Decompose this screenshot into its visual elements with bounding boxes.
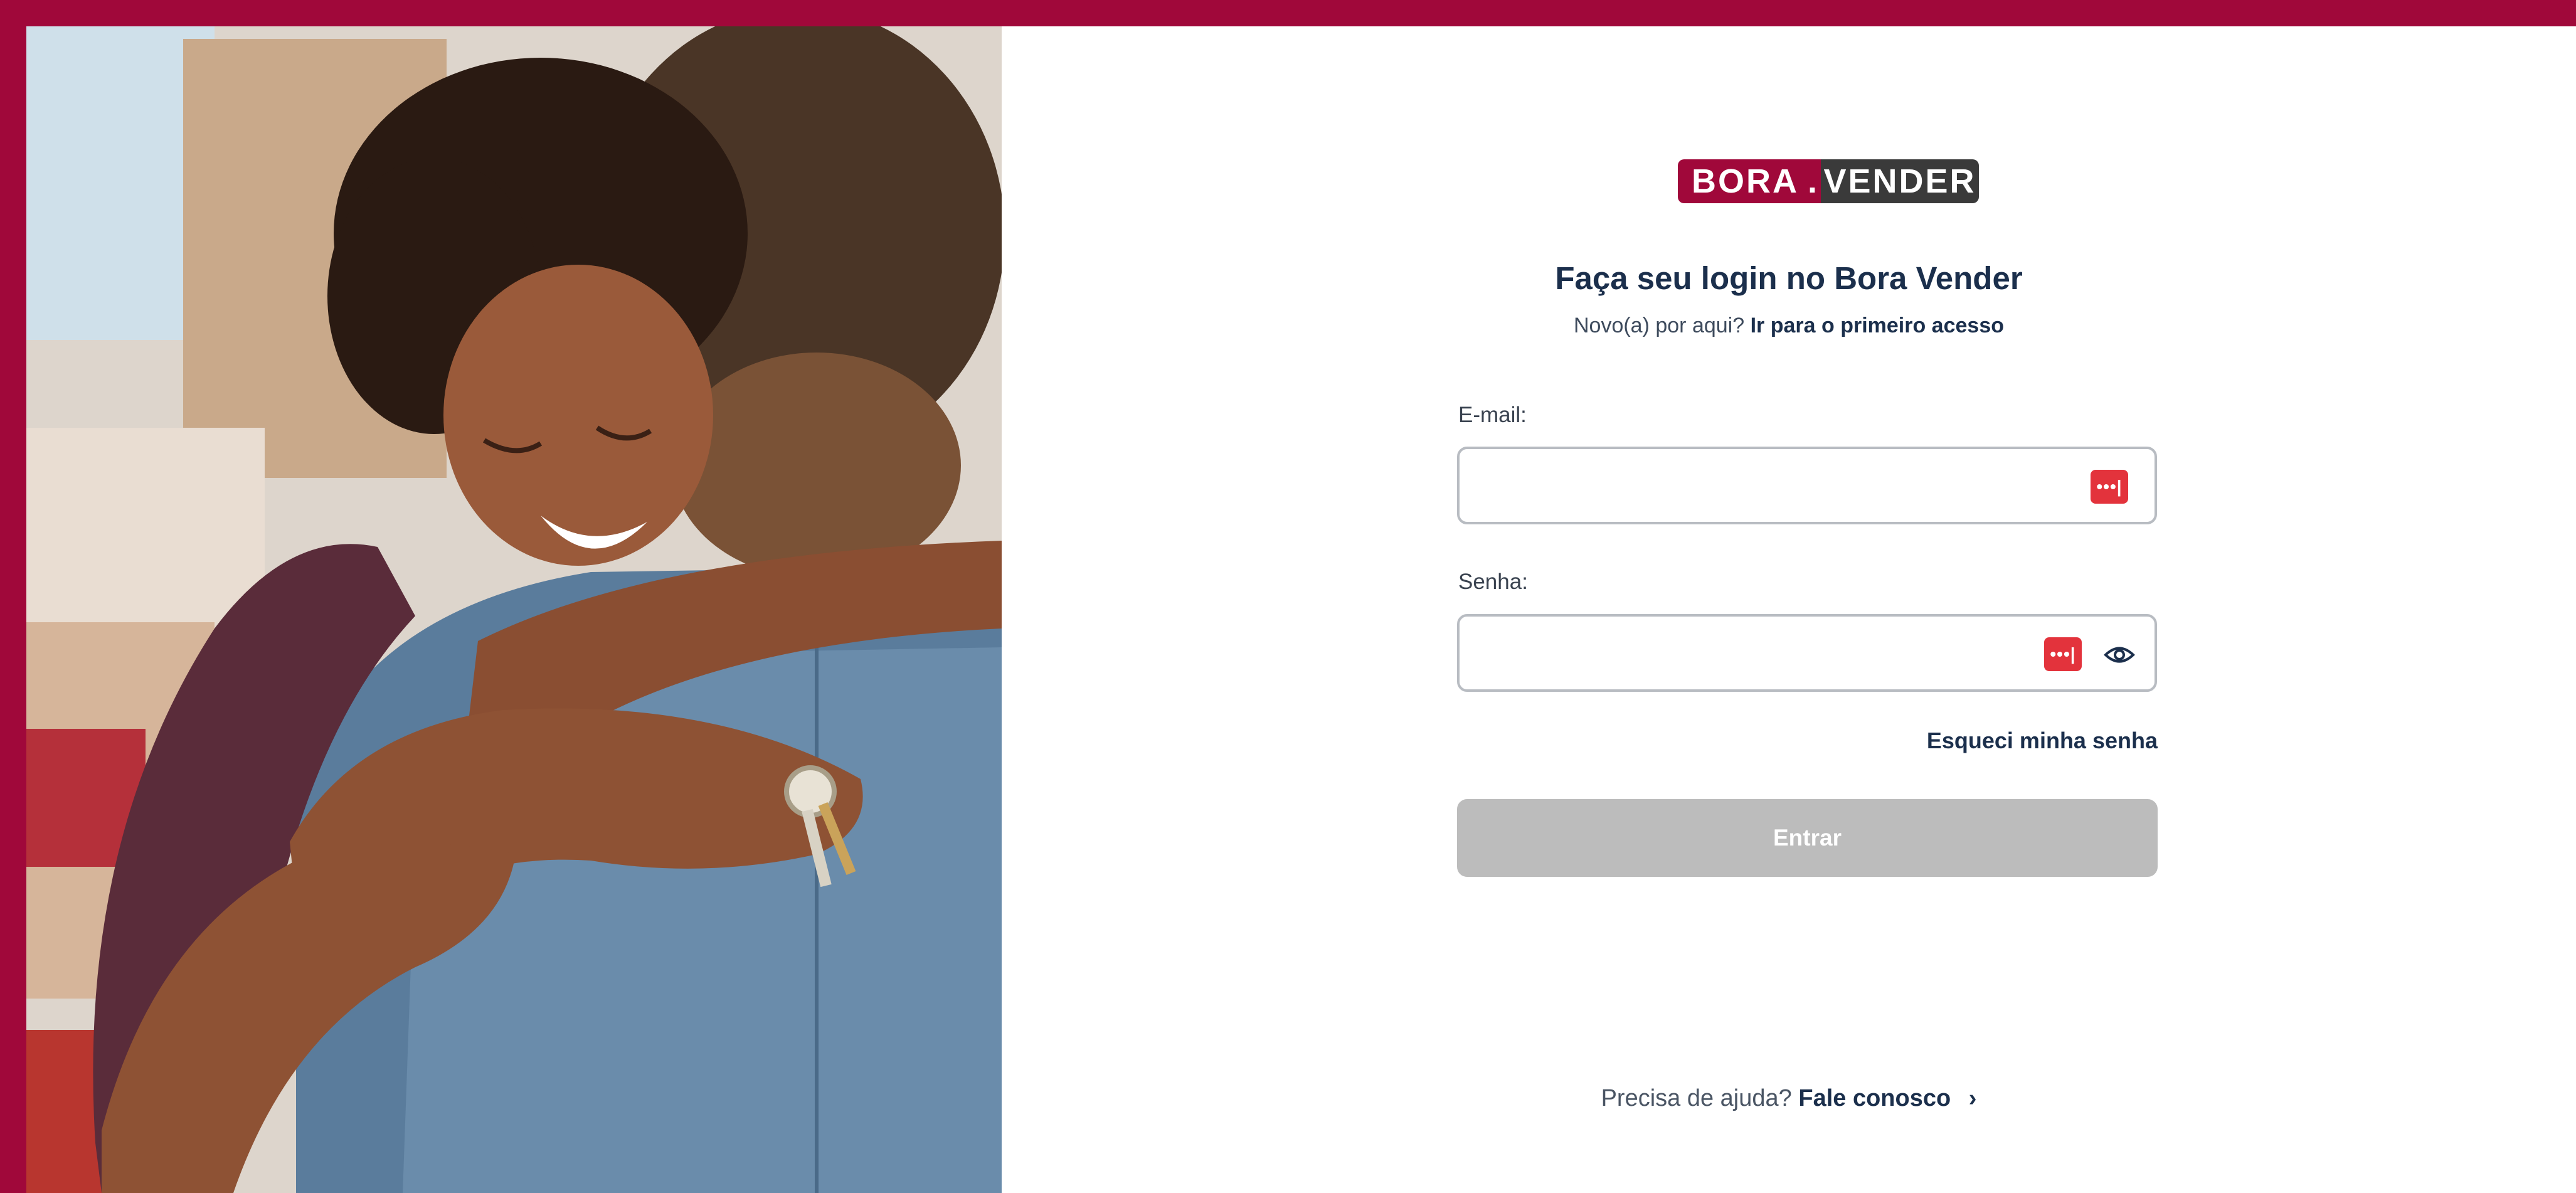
password-label: Senha: [1458,570,1528,594]
page-frame: BORA . VENDER Faça seu login no Bora Ven… [26,26,2576,1193]
contact-link[interactable]: Fale conosco [1798,1085,1951,1111]
login-button[interactable]: Entrar [1457,799,2158,877]
first-access-link[interactable]: Ir para o primeiro acesso [1751,314,2004,337]
help-text: Precisa de ajuda? [1601,1085,1792,1111]
first-access-line: Novo(a) por aqui? Ir para o primeiro ace… [1002,314,2576,338]
logo-dot: . [1808,159,1821,203]
password-manager-icon[interactable]: •••| [2091,470,2128,504]
help-line: Precisa de ajuda? Fale conosco › [1002,1085,2576,1112]
password-field[interactable]: •••| [1457,614,2157,692]
hero-illustration [26,26,1002,1193]
hero-photo [26,26,1002,1193]
logo-vender: VENDER [1821,159,1979,203]
chevron-right-icon[interactable]: › [1969,1085,1977,1112]
email-label: E-mail: [1458,403,1527,427]
login-panel: BORA . VENDER Faça seu login no Bora Ven… [1002,26,2576,1193]
bora-vender-logo: BORA . VENDER [1678,159,1979,203]
eye-icon[interactable] [2103,639,2136,671]
email-field[interactable]: •••| [1457,447,2157,524]
page-title: Faça seu login no Bora Vender [1555,260,2023,296]
logo-bora: BORA [1678,159,1808,203]
first-access-text: Novo(a) por aqui? [1573,314,1745,337]
password-manager-icon[interactable]: •••| [2044,637,2082,671]
forgot-password-link[interactable]: Esqueci minha senha [1880,728,2158,754]
